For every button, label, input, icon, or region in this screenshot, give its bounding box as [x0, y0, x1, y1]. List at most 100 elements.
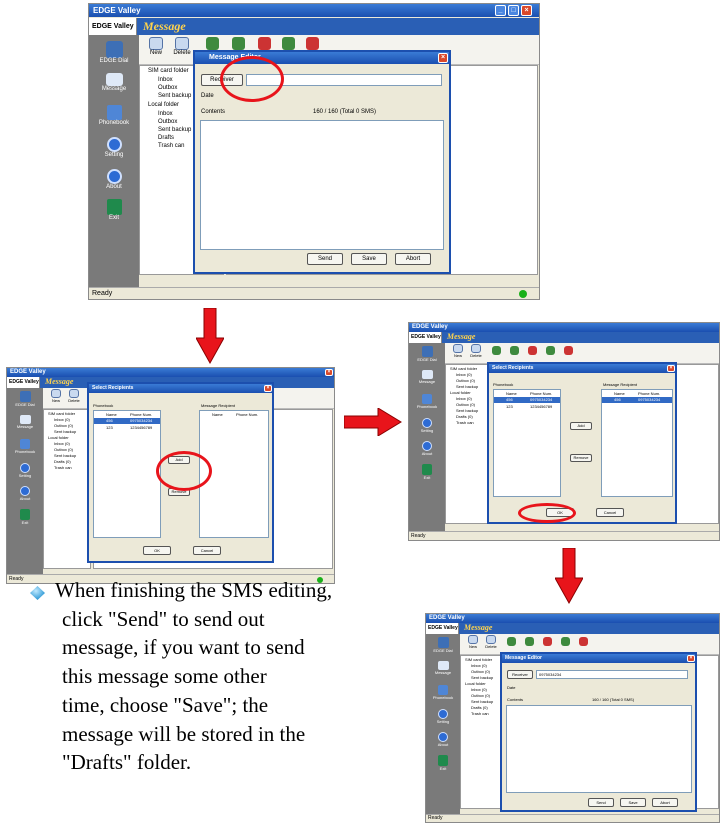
- export-button[interactable]: [305, 37, 319, 50]
- sidebar-item-phonebook[interactable]: Phonebook: [426, 685, 460, 700]
- tree-node[interactable]: Local folder: [48, 435, 69, 440]
- new-button[interactable]: New: [145, 37, 167, 56]
- export-button[interactable]: [563, 346, 573, 355]
- tree-node[interactable]: Local folder: [465, 681, 486, 686]
- sidebar-item-about[interactable]: About: [409, 441, 445, 456]
- sidebar-item-phonebook[interactable]: Phonebook: [7, 439, 43, 454]
- table-row[interactable]: 456 0975034234: [494, 397, 560, 403]
- app-tab[interactable]: EDGE Valley: [89, 18, 137, 35]
- tree-node[interactable]: Outbox (0): [54, 423, 73, 428]
- phonebook-list[interactable]: Name Phone Num. 456 0975034234 123 12344…: [93, 410, 161, 538]
- tree-node[interactable]: Sent backup: [456, 408, 478, 413]
- app-tab[interactable]: EDGE Valley: [7, 377, 40, 388]
- contents-textarea[interactable]: [506, 705, 692, 793]
- new-button[interactable]: New: [48, 389, 64, 403]
- close-icon[interactable]: ×: [687, 655, 695, 662]
- export-button[interactable]: [578, 637, 588, 646]
- sidebar-item-message[interactable]: Message: [409, 370, 445, 384]
- tree-node[interactable]: Outbox: [158, 85, 177, 91]
- sidebar-item-about[interactable]: About: [426, 732, 460, 747]
- save-button[interactable]: Save: [351, 253, 387, 265]
- tree-node[interactable]: Outbox (0): [471, 669, 490, 674]
- move-button[interactable]: [545, 346, 555, 355]
- tree-node[interactable]: SIM card folder: [148, 68, 189, 74]
- tree-node[interactable]: Trash can: [456, 420, 474, 425]
- reply-button[interactable]: [506, 637, 516, 646]
- tree-node[interactable]: SIM card folder: [48, 411, 75, 416]
- remove-button[interactable]: Remove: [570, 454, 592, 462]
- recipient-list[interactable]: Name Phone Num. 456 0975034234: [601, 389, 673, 497]
- tree-node[interactable]: Inbox: [158, 77, 173, 83]
- sidebar-item-phonebook[interactable]: Phonebook: [409, 394, 445, 409]
- tree-node[interactable]: Outbox (0): [54, 447, 73, 452]
- table-row[interactable]: 123 1234456789: [494, 404, 560, 410]
- tree-node[interactable]: Inbox (0): [471, 663, 487, 668]
- reply-button[interactable]: [491, 346, 501, 355]
- tree-node[interactable]: Drafts (0): [471, 705, 488, 710]
- tree-node[interactable]: Inbox (0): [54, 417, 70, 422]
- sidebar-item-message[interactable]: Message: [7, 415, 43, 429]
- sidebar-item-setting[interactable]: Setting: [89, 137, 139, 158]
- maximize-button[interactable]: □: [508, 5, 519, 16]
- tree-node[interactable]: Inbox (0): [54, 441, 70, 446]
- sidebar-item-message[interactable]: Message: [426, 661, 460, 675]
- tree-node[interactable]: Inbox (0): [471, 687, 487, 692]
- tree-node[interactable]: Sent backup: [158, 93, 191, 99]
- receiver-input[interactable]: 0975034234: [536, 670, 688, 679]
- delete-button[interactable]: Delete: [171, 37, 193, 56]
- copy-button[interactable]: [542, 637, 552, 646]
- tree-node[interactable]: Sent backup: [471, 699, 493, 704]
- tree-node[interactable]: Sent backup: [456, 384, 478, 389]
- minimize-button[interactable]: _: [495, 5, 506, 16]
- sidebar-item-edge-dial[interactable]: EDGE Dial: [89, 41, 139, 64]
- sidebar-item-setting[interactable]: Setting: [409, 418, 445, 433]
- sidebar-item-exit[interactable]: Exit: [426, 755, 460, 771]
- tree-node[interactable]: Inbox: [158, 111, 173, 117]
- tree-node[interactable]: Local folder: [148, 102, 179, 108]
- tree-node[interactable]: Drafts: [158, 135, 174, 141]
- close-icon[interactable]: ×: [667, 365, 675, 372]
- reply-button[interactable]: [205, 37, 219, 50]
- tree-node[interactable]: SIM card folder: [465, 657, 492, 662]
- table-row[interactable]: 123 1234456789: [94, 425, 160, 431]
- delete-button[interactable]: Delete: [483, 635, 499, 649]
- tree-node[interactable]: Sent backup: [158, 127, 191, 133]
- delete-button[interactable]: Delete: [468, 344, 484, 358]
- sidebar-item-setting[interactable]: Setting: [426, 709, 460, 724]
- sidebar-item-setting[interactable]: Setting: [7, 463, 43, 478]
- contents-textarea[interactable]: [200, 120, 444, 250]
- abort-button[interactable]: Abort: [652, 798, 678, 807]
- table-row[interactable]: 456 0975034234: [602, 397, 672, 403]
- add-button[interactable]: Add: [570, 422, 592, 430]
- forward-button[interactable]: [231, 37, 245, 50]
- sidebar-item-about[interactable]: About: [7, 486, 43, 501]
- move-button[interactable]: [281, 37, 295, 50]
- sidebar-item-edge-dial[interactable]: EDGE Dial: [426, 637, 460, 653]
- delete-button[interactable]: Delete: [66, 389, 82, 403]
- move-button[interactable]: [560, 637, 570, 646]
- tree-node[interactable]: Drafts (0): [456, 414, 473, 419]
- copy-button[interactable]: [257, 37, 271, 50]
- cancel-button[interactable]: Cancel: [193, 546, 221, 555]
- save-button[interactable]: Save: [620, 798, 646, 807]
- sidebar-item-exit[interactable]: Exit: [7, 509, 43, 525]
- sidebar-item-about[interactable]: About: [89, 169, 139, 190]
- send-button[interactable]: Send: [307, 253, 343, 265]
- tree-node[interactable]: Trash can: [471, 711, 489, 716]
- tree-node[interactable]: Inbox (0): [456, 396, 472, 401]
- tree-node[interactable]: Local folder: [450, 390, 471, 395]
- copy-button[interactable]: [527, 346, 537, 355]
- sidebar-item-edge-dial[interactable]: EDGE Dial: [7, 391, 43, 407]
- tree-node[interactable]: Outbox (0): [456, 378, 475, 383]
- tree-node[interactable]: Outbox (0): [471, 693, 490, 698]
- tree-node[interactable]: Inbox (0): [456, 372, 472, 377]
- new-button[interactable]: New: [450, 344, 466, 358]
- tree-node[interactable]: Outbox (0): [456, 402, 475, 407]
- close-button[interactable]: ×: [521, 5, 532, 16]
- tree-node[interactable]: SIM card folder: [450, 366, 477, 371]
- tree-node[interactable]: Sent backup: [54, 453, 76, 458]
- close-icon[interactable]: ×: [438, 53, 448, 63]
- tree-node[interactable]: Sent backup: [471, 675, 493, 680]
- receiver-button[interactable]: Receiver: [507, 670, 533, 679]
- tree-node[interactable]: Trash can: [158, 143, 184, 149]
